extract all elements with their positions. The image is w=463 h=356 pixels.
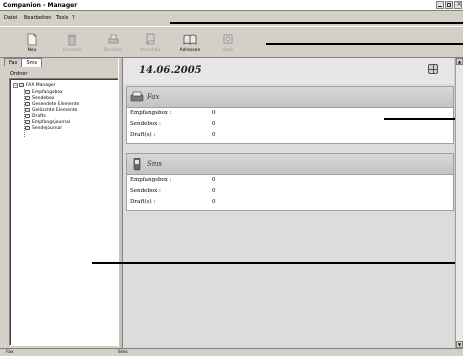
tree-item-label: Empfangsjournal: [32, 119, 70, 125]
minimize-button[interactable]: [436, 1, 444, 9]
row-value: 0: [212, 121, 216, 127]
row-value: 0: [212, 177, 216, 183]
menu-help[interactable]: ?: [72, 15, 75, 21]
annotation-line: [384, 118, 463, 120]
row-label: Sendebox :: [130, 188, 161, 194]
folder-tree: − FAX Manager Empfangsbox Sendebox Gesen…: [9, 78, 119, 346]
row-label: Sendebox :: [130, 121, 161, 127]
journal-icon: [25, 120, 30, 124]
fax-summary-panel: Fax Empfangsbox : 0 Sendebox : 0 Draft(s…: [126, 86, 454, 144]
tab-sms[interactable]: Sms: [21, 58, 43, 67]
row-value: 0: [212, 199, 216, 205]
new-button-label: Neu: [27, 48, 37, 53]
annotation-line: [170, 22, 463, 24]
preview-button[interactable]: Vorschau: [133, 33, 167, 57]
preview-button-label: Vorschau: [139, 48, 161, 53]
tree-root-label: FAX Manager: [26, 82, 56, 88]
current-date: 14.06.2005: [139, 65, 202, 76]
drafts-icon: [25, 114, 30, 118]
addresses-button-label: Adressen: [179, 48, 201, 53]
tree-item-sendejournal[interactable]: Sendejournal: [25, 125, 62, 131]
tree-item-label: Sendejournal: [32, 125, 62, 131]
tree-item-label: Gelöschte Elemente: [32, 107, 78, 113]
stop-icon: [223, 34, 233, 44]
deleted-items-icon: [25, 108, 30, 112]
tab-fax[interactable]: Fax: [4, 58, 23, 66]
row-label: Empfangsbox :: [130, 177, 172, 183]
sms-summary-panel: Sms Empfangsbox : 0 Sendebox : 0 Draft(s…: [126, 153, 454, 211]
status-bar: Fax Sms: [0, 348, 463, 356]
addresses-button[interactable]: Adressen: [173, 33, 207, 57]
status-fax: Fax: [6, 350, 14, 355]
summary-view: 14.06.2005 Fax Empfangsbox : 0 Sendebox …: [123, 58, 454, 348]
sms-row-drafts: Draft(s) : 0: [127, 197, 453, 208]
outbox-icon: [25, 96, 30, 100]
window-controls: ×: [436, 0, 462, 9]
scroll-down-icon[interactable]: ▼: [456, 341, 463, 348]
inbox-icon: [25, 90, 30, 94]
journal-icon: [25, 126, 30, 130]
menu-datei[interactable]: Datei: [4, 15, 17, 21]
folder-pane: Fax Sms Ordner − FAX Manager Empfangsbox…: [4, 58, 120, 348]
collapse-icon[interactable]: −: [13, 82, 18, 88]
address-book-icon: [183, 34, 197, 45]
annotation-line: [266, 43, 463, 45]
title-bar: Companion - Manager ×: [0, 0, 463, 11]
menu-bearbeiten[interactable]: Bearbeiten: [24, 15, 51, 21]
stop-button[interactable]: Stop: [211, 33, 245, 57]
close-icon: ×: [456, 0, 462, 8]
folder-tabs: Fax Sms: [4, 58, 43, 67]
summary-header: 14.06.2005: [123, 58, 454, 84]
sent-items-icon: [25, 102, 30, 106]
new-document-icon: [27, 33, 37, 46]
sms-panel-title: Sms: [147, 160, 163, 168]
trash-icon: [68, 34, 76, 46]
maximize-button[interactable]: [445, 1, 453, 9]
close-button[interactable]: ×: [454, 0, 462, 9]
new-button[interactable]: Neu: [15, 33, 49, 57]
row-label: Draft(s) :: [130, 199, 156, 205]
print-button[interactable]: Drucken: [96, 33, 130, 57]
sms-row-empfangsbox: Empfangsbox : 0: [127, 175, 453, 186]
delete-button-label: Löschen: [62, 48, 82, 53]
fax-icon: [130, 91, 144, 102]
annotation-line: [92, 262, 463, 264]
row-value: 0: [212, 110, 216, 116]
fax-row-sendebox: Sendebox : 0: [127, 119, 453, 130]
row-value: 0: [212, 132, 216, 138]
row-label: Empfangsbox :: [130, 110, 172, 116]
minimize-icon: [438, 6, 442, 7]
row-value: 0: [212, 188, 216, 194]
scroll-up-icon[interactable]: ▲: [456, 58, 463, 65]
maximize-icon: [447, 3, 451, 7]
sms-row-sendebox: Sendebox : 0: [127, 186, 453, 197]
preview-icon: [146, 33, 155, 45]
tree-item-label: Empfangsbox: [32, 89, 63, 95]
sms-panel-header: Sms: [127, 154, 453, 175]
fax-panel-title: Fax: [147, 93, 160, 101]
stop-button-label: Stop: [222, 48, 234, 53]
tree-item-label: Sendebox: [32, 95, 55, 101]
folder-label: Ordner: [10, 71, 28, 77]
printer-icon: [108, 34, 119, 44]
menu-tools[interactable]: Tools: [56, 15, 68, 21]
fax-panel-header: Fax: [127, 87, 453, 108]
tree-root[interactable]: − FAX Manager: [13, 82, 56, 88]
fax-machine-icon: [19, 83, 24, 87]
tree-item-label: Gesendete Elemente: [32, 101, 80, 107]
row-label: Draft(s) :: [130, 132, 156, 138]
fax-row-drafts: Draft(s) : 0: [127, 130, 453, 141]
vertical-scrollbar[interactable]: ▲ ▼: [455, 58, 463, 348]
tree-item-label: Drafts: [32, 113, 46, 119]
status-sms: Sms: [118, 350, 128, 355]
mobile-phone-icon: [133, 158, 141, 171]
window-title: Companion - Manager: [3, 2, 78, 9]
delete-button[interactable]: Löschen: [55, 33, 89, 57]
toolbar: Neu Löschen Drucken Vorschau Adressen St…: [0, 26, 463, 58]
print-button-label: Drucken: [103, 48, 123, 53]
layout-grid-icon[interactable]: [428, 64, 438, 74]
